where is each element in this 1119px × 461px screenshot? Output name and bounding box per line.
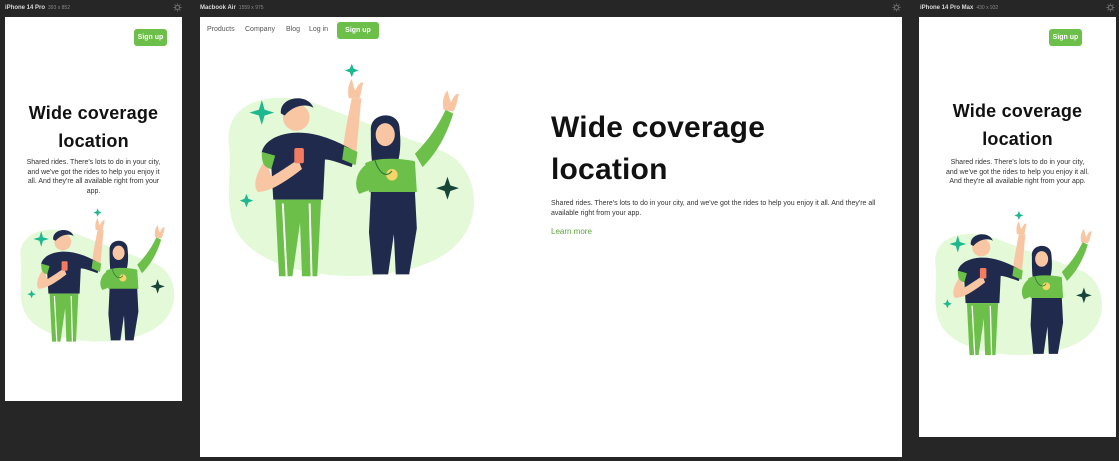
hero-description: Shared rides. There's lots to do in your… bbox=[551, 200, 876, 217]
learn-more-link[interactable]: Learn more bbox=[551, 227, 592, 236]
gear-icon[interactable] bbox=[892, 3, 901, 12]
signup-button[interactable]: Sign up bbox=[1049, 29, 1082, 46]
hero-title-line1: Wide coverage bbox=[551, 111, 766, 144]
frame-size: 393 x 852 bbox=[48, 5, 70, 11]
frame-name: iPhone 14 Pro Max bbox=[920, 5, 974, 11]
hero-title-line2: location bbox=[551, 153, 668, 186]
frame-size: 1559 x 975 bbox=[238, 5, 264, 11]
phone-frame-right: Sign up Wide coverage location Shared ri… bbox=[919, 17, 1116, 437]
hero-title: Wide coverage location bbox=[551, 107, 871, 191]
phone-frame-left: Sign up Wide coverage location Shared ri… bbox=[5, 17, 182, 401]
hero-title-line2: location bbox=[982, 129, 1053, 149]
hero-title-line1: Wide coverage bbox=[28, 103, 159, 123]
frame-label-phone-left: iPhone 14 Pro 393 x 852 bbox=[5, 3, 70, 13]
signup-button[interactable]: Sign up bbox=[134, 29, 167, 46]
hero-illustration bbox=[924, 207, 1106, 359]
signup-button[interactable]: Sign up bbox=[337, 22, 379, 39]
hero-description: Shared rides. There's lots to do in your… bbox=[26, 159, 161, 195]
hero-illustration bbox=[212, 55, 480, 285]
hero-illustration bbox=[10, 205, 178, 345]
hero-title: Wide coverage location bbox=[919, 97, 1116, 153]
nav-item-products[interactable]: Products bbox=[207, 26, 235, 33]
gear-icon[interactable] bbox=[173, 3, 182, 12]
frame-size: 430 x 932 bbox=[976, 5, 999, 11]
gear-icon[interactable] bbox=[1106, 3, 1115, 12]
hero-description: Shared rides. There's lots to do in your… bbox=[946, 159, 1089, 185]
frame-label-phone-right: iPhone 14 Pro Max 430 x 932 bbox=[920, 3, 998, 13]
nav-item-login[interactable]: Log in bbox=[309, 26, 328, 33]
desktop-frame: Products Company Blog Log in Sign up Wid… bbox=[200, 17, 902, 457]
hero-title-line1: Wide coverage bbox=[952, 101, 1083, 121]
nav-item-company[interactable]: Company bbox=[245, 26, 275, 33]
frame-label-desktop: Macbook Air 1559 x 975 bbox=[200, 3, 264, 13]
hero-title: Wide coverage location bbox=[5, 99, 182, 155]
nav-item-blog[interactable]: Blog bbox=[286, 26, 300, 33]
hero-title-line2: location bbox=[58, 131, 129, 151]
frame-name: iPhone 14 Pro bbox=[5, 5, 46, 11]
frame-name: Macbook Air bbox=[200, 5, 236, 11]
